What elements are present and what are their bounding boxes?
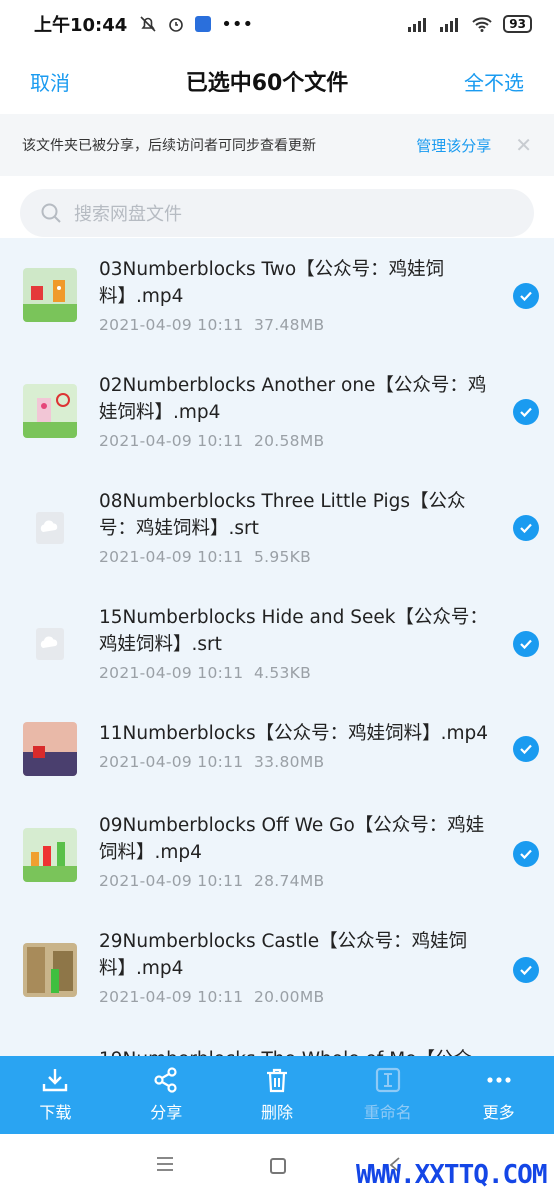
file-name: 15Numberblocks Hide and Seek【公众号：鸡娃饲料】.s… [99, 607, 488, 655]
file-meta: 2021-04-09 10:11 20.00MB [99, 988, 324, 1006]
selection-header: 取消 已选中60个文件 全不选 [0, 48, 554, 114]
status-time: 上午10:44 [34, 15, 128, 36]
more-notifications-icon: ••• [221, 13, 254, 35]
file-size: 33.80MB [253, 753, 325, 771]
wifi-icon [472, 17, 492, 32]
check-icon [520, 407, 532, 418]
file-name: 08Numberblocks Three Little Pigs【公众号：鸡娃饲… [99, 491, 466, 539]
status-right: 93 [407, 15, 532, 33]
signal-icon [408, 18, 427, 32]
file-size: 20.58MB [253, 432, 325, 450]
selected-checkbox[interactable] [513, 841, 539, 867]
deselect-all-button[interactable]: 全不选 [464, 67, 524, 96]
check-icon [520, 965, 532, 976]
selected-checkbox[interactable] [513, 399, 539, 425]
list-item-partial[interactable]: 19Numberblocks The Whole of Me【公众 [99, 1046, 472, 1056]
home-icon[interactable] [270, 1158, 286, 1174]
search-container: 搜索网盘文件 [0, 176, 554, 238]
selected-checkbox[interactable] [513, 736, 539, 762]
rename-label: 重命名 [363, 1103, 412, 1122]
share-icon [154, 1067, 177, 1093]
file-meta: 2021-04-09 10:11 37.48MB [99, 316, 324, 334]
file-date: 2021-04-09 10:11 [99, 753, 244, 771]
file-date: 2021-04-09 10:11 [99, 432, 244, 450]
delete-label: 删除 [260, 1103, 293, 1122]
file-meta: 2021-04-09 10:11 4.53KB [99, 664, 311, 682]
file-date: 2021-04-09 10:11 [99, 988, 244, 1006]
video-thumbnail [23, 722, 77, 776]
download-button[interactable]: 下载 [0, 1056, 111, 1134]
close-icon[interactable]: ✕ [515, 133, 532, 157]
file-date: 2021-04-09 10:11 [99, 872, 244, 890]
file-size: 37.48MB [253, 316, 325, 334]
alarm-icon [169, 18, 184, 32]
file-size: 28.74MB [253, 872, 325, 890]
bottom-toolbar: 下载 分享 删除 重命名 更多 [0, 1056, 554, 1134]
file-size: 5.95KB [253, 548, 312, 566]
more-icon [486, 1077, 511, 1083]
rename-icon [375, 1067, 400, 1093]
menu-icon[interactable] [156, 1156, 174, 1172]
status-icons: ••• [139, 14, 253, 35]
signal-hd-icon [440, 18, 459, 32]
check-icon [520, 639, 532, 650]
cancel-button[interactable]: 取消 [30, 67, 70, 96]
file-date: 2021-04-09 10:11 [99, 316, 244, 334]
search-input[interactable]: 搜索网盘文件 [20, 189, 534, 237]
manage-share-link[interactable]: 管理该分享 [416, 135, 491, 156]
check-icon [520, 849, 532, 860]
delete-button[interactable]: 删除 [222, 1056, 333, 1134]
share-label: 分享 [150, 1103, 183, 1122]
rename-button[interactable]: 重命名 [332, 1056, 443, 1134]
trash-icon [266, 1068, 287, 1093]
file-name: 11Numberblocks【公众号：鸡娃饲料】.mp4 [99, 723, 488, 744]
download-icon [43, 1069, 68, 1092]
file-name: 02Numberblocks Another one【公众号：鸡娃饲料】.mp4 [99, 375, 487, 423]
check-icon [520, 523, 532, 534]
file-icon [36, 628, 64, 660]
file-size: 4.53KB [253, 664, 312, 682]
video-thumbnail [23, 943, 77, 997]
share-notice-text: 该文件夹已被分享，后续访问者可同步查看更新 [22, 138, 316, 154]
file-date: 2021-04-09 10:11 [99, 664, 244, 682]
selected-checkbox[interactable] [513, 631, 539, 657]
file-name: 09Numberblocks Off We Go【公众号：鸡娃饲料】.mp4 [99, 815, 485, 863]
download-label: 下载 [39, 1103, 72, 1122]
file-meta: 2021-04-09 10:11 28.74MB [99, 872, 324, 890]
video-thumbnail [23, 828, 77, 882]
share-notice-bar: 该文件夹已被分享，后续访问者可同步查看更新 管理该分享 ✕ [0, 114, 554, 176]
file-date: 2021-04-09 10:11 [99, 548, 244, 566]
battery-indicator: 93 [503, 15, 532, 33]
file-size: 20.00MB [253, 988, 325, 1006]
bell-off-icon [140, 16, 156, 32]
file-meta: 2021-04-09 10:11 20.58MB [99, 432, 324, 450]
status-bar: 上午10:44 ••• 93 [0, 0, 554, 48]
search-icon [41, 203, 61, 223]
search-placeholder: 搜索网盘文件 [74, 204, 182, 225]
video-thumbnail [23, 384, 77, 438]
check-icon [520, 291, 532, 302]
file-meta: 2021-04-09 10:11 33.80MB [99, 753, 324, 771]
video-thumbnail [23, 268, 77, 322]
file-list: 03Numberblocks Two【公众号：鸡娃饲料】.mp4 2021-04… [0, 238, 554, 1056]
file-meta: 2021-04-09 10:11 5.95KB [99, 548, 311, 566]
share-button[interactable]: 分享 [111, 1056, 222, 1134]
page-title: 已选中60个文件 [185, 71, 349, 96]
selected-checkbox[interactable] [513, 283, 539, 309]
app-notification-icon [195, 16, 212, 32]
selected-checkbox[interactable] [513, 957, 539, 983]
more-button[interactable]: 更多 [443, 1056, 554, 1134]
check-icon [520, 744, 532, 755]
watermark: WWW.XXTTQ.COM [356, 1160, 547, 1190]
selected-checkbox[interactable] [513, 515, 539, 541]
file-name: 29Numberblocks Castle【公众号：鸡娃饲料】.mp4 [99, 931, 468, 979]
file-icon [36, 512, 64, 544]
more-label: 更多 [482, 1103, 515, 1122]
file-name: 03Numberblocks Two【公众号：鸡娃饲料】.mp4 [99, 259, 445, 307]
